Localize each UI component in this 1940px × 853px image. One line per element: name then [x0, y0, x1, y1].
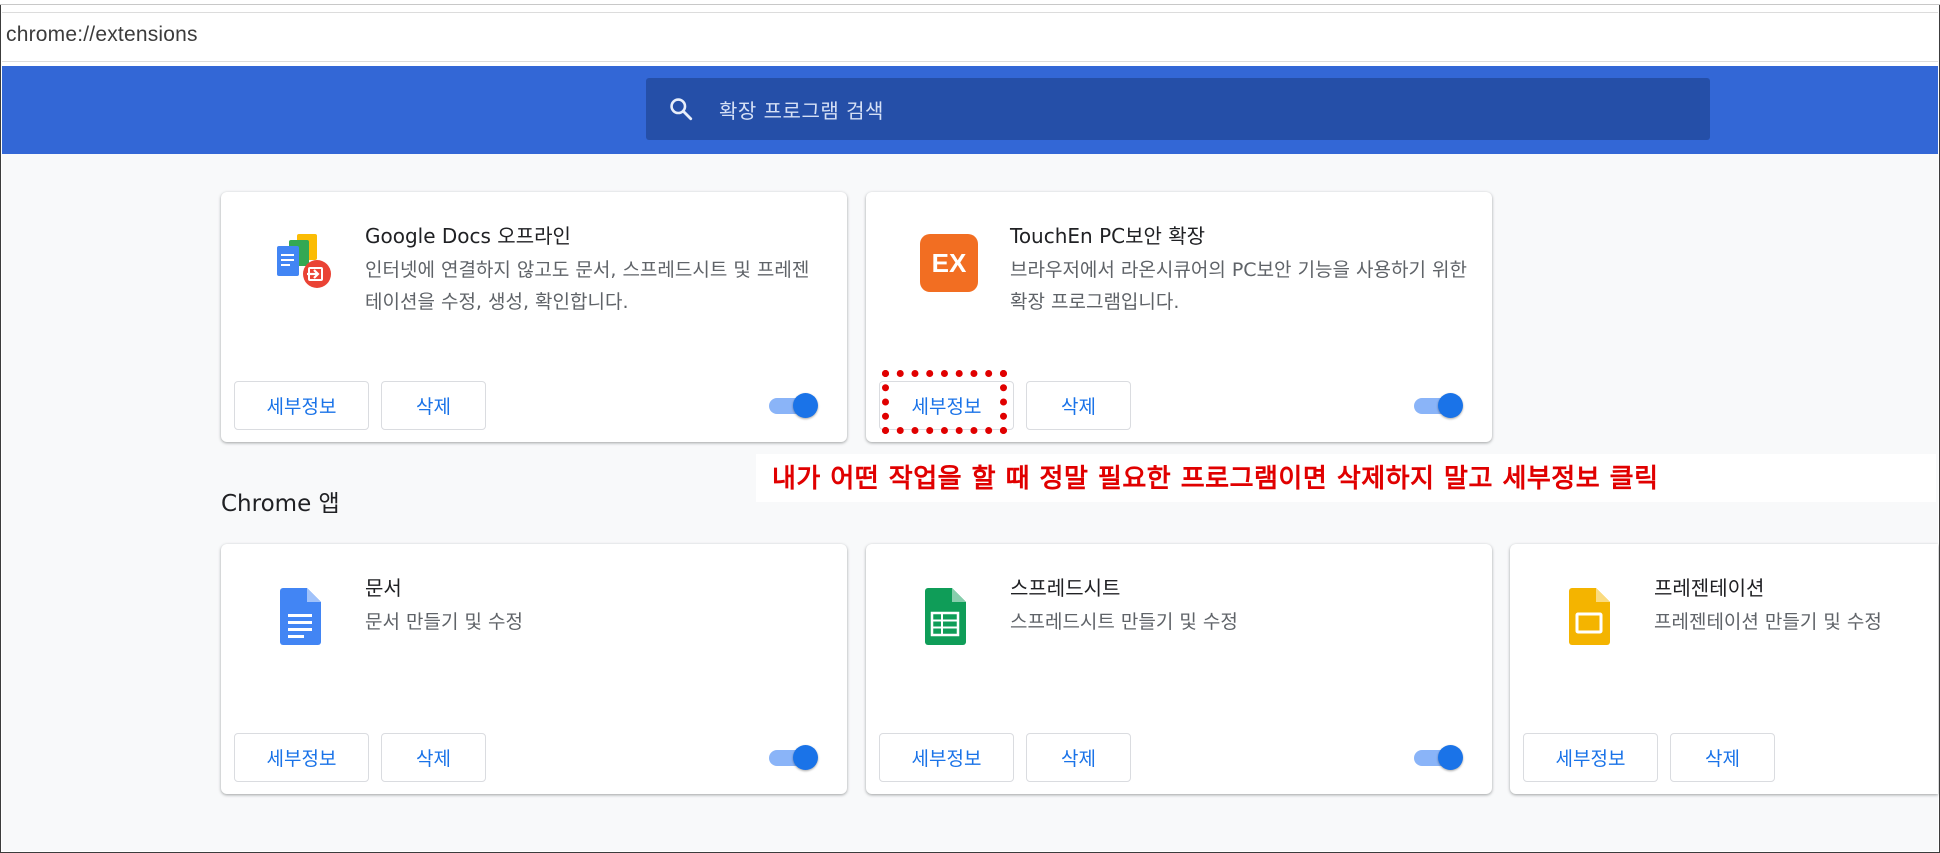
extension-title: TouchEn PC보안 확장 [1010, 224, 1206, 248]
app-title: 문서 [365, 576, 402, 600]
extension-title: Google Docs 오프라인 [365, 224, 571, 248]
extensions-list: Google Docs 오프라인 인터넷에 연결하지 않고도 문서, 스프레드시… [2, 154, 1938, 851]
slides-icon [1569, 588, 1610, 645]
app-description: 스프레드시트 만들기 및 수정 [1010, 611, 1238, 633]
app-title: 프레젠테이션 [1654, 576, 1765, 600]
app-card-docs: 문서 문서 만들기 및 수정 세부정보 삭제 [221, 544, 847, 794]
toggle-knob [793, 393, 818, 418]
touchen-icon-text: EX [932, 248, 967, 278]
extension-card-google-docs-offline: Google Docs 오프라인 인터넷에 연결하지 않고도 문서, 스프레드시… [221, 192, 847, 442]
highlight-dotted-box [882, 370, 1007, 434]
details-button[interactable]: 세부정보 [234, 733, 369, 782]
app-card-sheets: 스프레드시트 스프레드시트 만들기 및 수정 세부정보 삭제 [866, 544, 1492, 794]
toggle-knob [793, 745, 818, 770]
enable-toggle[interactable] [767, 744, 818, 770]
toggle-knob [1438, 745, 1463, 770]
search-placeholder: 확장 프로그램 검색 [719, 99, 884, 123]
extensions-header: 확장 프로그램 검색 [2, 66, 1938, 154]
extension-description: 인터넷에 연결하지 않고도 문서, 스프레드시트 및 프레젠테이션을 수정, 생… [365, 259, 810, 313]
remove-button[interactable]: 삭제 [381, 733, 486, 782]
address-bar[interactable]: chrome://extensions [2, 12, 1938, 62]
remove-button[interactable]: 삭제 [1670, 733, 1775, 782]
search-input[interactable]: 확장 프로그램 검색 [646, 78, 1710, 140]
remove-button[interactable]: 삭제 [1026, 381, 1131, 430]
details-button[interactable]: 세부정보 [1523, 733, 1658, 782]
google-docs-offline-icon [277, 234, 331, 288]
app-description: 문서 만들기 및 수정 [365, 611, 523, 633]
sheets-icon [925, 588, 966, 645]
search-icon [670, 98, 693, 121]
docs-icon [280, 588, 321, 645]
app-title: 스프레드시트 [1010, 576, 1121, 600]
details-button[interactable]: 세부정보 [879, 733, 1014, 782]
details-button[interactable]: 세부정보 [234, 381, 369, 430]
tab-strip-edge [0, 0, 1940, 5]
chrome-apps-heading: Chrome 앱 [221, 491, 340, 517]
enable-toggle[interactable] [767, 392, 818, 418]
remove-button[interactable]: 삭제 [1026, 733, 1131, 782]
annotation-caption: 내가 어떤 작업을 할 때 정말 필요한 프로그램이면 삭제하지 말고 세부정보… [772, 464, 1659, 494]
address-url[interactable]: chrome://extensions [6, 23, 198, 47]
enable-toggle[interactable] [1412, 744, 1463, 770]
toggle-knob [1438, 393, 1463, 418]
remove-button[interactable]: 삭제 [381, 381, 486, 430]
app-description: 프레젠테이션 만들기 및 수정 [1654, 611, 1882, 633]
extension-description: 브라우저에서 라온시큐어의 PC보안 기능을 사용하기 위한 확장 프로그램입니… [1010, 259, 1467, 313]
touchen-ex-icon: EX [920, 234, 978, 292]
enable-toggle[interactable] [1412, 392, 1463, 418]
app-card-slides: 프레젠테이션 프레젠테이션 만들기 및 수정 세부정보 삭제 [1510, 544, 1938, 794]
